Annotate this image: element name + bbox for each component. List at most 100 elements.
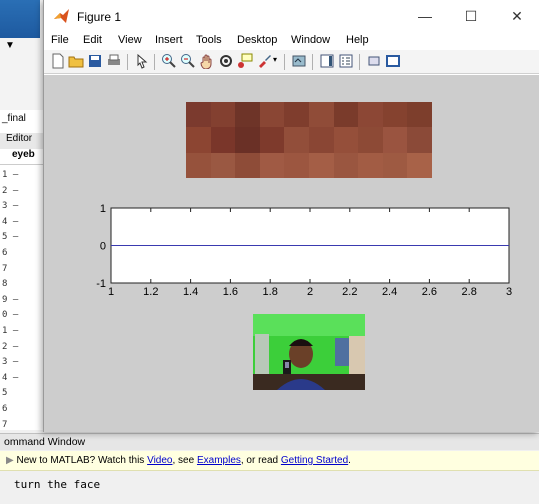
pointer-icon[interactable] bbox=[134, 53, 150, 69]
colorbar-icon[interactable] bbox=[319, 53, 335, 69]
save-icon[interactable] bbox=[87, 53, 103, 69]
hide-tools-icon[interactable] bbox=[366, 53, 382, 69]
y-tick-label: 0 bbox=[100, 241, 106, 253]
x-tick-label: 1.8 bbox=[263, 286, 278, 298]
menu-view[interactable]: View bbox=[118, 34, 142, 46]
video-link[interactable]: Video bbox=[147, 455, 172, 466]
image-pixel-block bbox=[210, 152, 236, 178]
matlab-toolstrip-tab[interactable] bbox=[0, 0, 40, 38]
line-numbers: 1 – 2 – 3 – 4 – 5 – 6 7 8 9 – 0 – 1 – 2 – 3 – 4 – 5 6 7 bbox=[2, 168, 18, 433]
x-tick-label: 2 bbox=[307, 286, 313, 298]
line-number: 8 bbox=[2, 279, 8, 290]
zoom-in-icon[interactable] bbox=[161, 53, 177, 69]
image-pixel-block bbox=[186, 127, 211, 153]
menu-edit[interactable]: Edit bbox=[83, 34, 102, 46]
menu-insert[interactable]: Insert bbox=[155, 34, 183, 46]
notice-prefix: New to MATLAB? Watch this bbox=[16, 455, 148, 466]
new-file-icon[interactable] bbox=[50, 53, 66, 69]
show-tools-icon[interactable] bbox=[385, 53, 401, 69]
image-pixel-block bbox=[358, 152, 383, 178]
getting-started-link[interactable]: Getting Started bbox=[281, 455, 348, 466]
line-number: 7 bbox=[2, 263, 8, 274]
image-pixel-block bbox=[284, 127, 309, 153]
menu-file[interactable]: File bbox=[51, 34, 69, 46]
notice-sep: , see bbox=[172, 455, 197, 466]
brush-icon[interactable] bbox=[256, 53, 272, 69]
pan-icon[interactable] bbox=[199, 53, 215, 69]
image-pixel-block bbox=[407, 127, 432, 153]
image-pixel-block bbox=[210, 127, 236, 153]
line-number: 9 – bbox=[2, 294, 19, 305]
image-pixel-block bbox=[235, 102, 260, 128]
image-pixel-block bbox=[382, 152, 408, 178]
title-bar[interactable]: Figure 1 — ☐ ✕ bbox=[44, 0, 539, 32]
brush-dropdown-icon[interactable]: ▾ bbox=[273, 55, 277, 64]
matlab-logo-icon bbox=[54, 9, 69, 23]
open-folder-icon[interactable] bbox=[68, 53, 84, 69]
image-pixel-block bbox=[333, 102, 359, 128]
image-pixel-block bbox=[382, 127, 408, 153]
image-pixel-block bbox=[333, 152, 359, 178]
toolbar-separator bbox=[127, 54, 128, 70]
line-plot-axes[interactable]: 1 1.2 1.4 1.6 1.8 2 2.2 2.4 2.6 2.8 3 -1 0 1 bbox=[44, 195, 539, 305]
command-window-notice: ▶ New to MATLAB? Watch this Video, see E… bbox=[0, 451, 539, 471]
image-pixel-block bbox=[358, 102, 383, 128]
x-tick-label: 2.6 bbox=[422, 286, 437, 298]
editor-file-tab[interactable]: eyeb bbox=[0, 149, 44, 165]
line-number: 2 – bbox=[2, 185, 19, 196]
cropped-face-image bbox=[186, 102, 432, 178]
figure-window: Figure 1 — ☐ ✕ File Edit View Insert Too… bbox=[43, 0, 539, 432]
data-cursor-icon[interactable] bbox=[237, 53, 253, 69]
zoom-out-icon[interactable] bbox=[180, 53, 196, 69]
toolbar-separator bbox=[154, 54, 155, 70]
notice-suffix: . bbox=[348, 455, 351, 466]
image-pixel-block bbox=[309, 102, 334, 128]
line-number: 0 – bbox=[2, 310, 19, 321]
menu-window[interactable]: Window bbox=[291, 34, 330, 46]
line-number: 4 – bbox=[2, 216, 19, 227]
image-pixel-block bbox=[259, 127, 285, 153]
link-icon[interactable] bbox=[291, 53, 307, 69]
legend-icon[interactable] bbox=[338, 53, 354, 69]
image-pixel-block bbox=[382, 102, 408, 128]
line-number: 3 – bbox=[2, 357, 19, 368]
image-pixel-block bbox=[259, 102, 285, 128]
close-button[interactable]: ✕ bbox=[494, 4, 539, 28]
figure-canvas: 1 1.2 1.4 1.6 1.8 2 2.2 2.4 2.6 2.8 3 -1 0 1 bbox=[44, 75, 539, 432]
line-number: 1 – bbox=[2, 325, 19, 336]
rotate-icon[interactable] bbox=[218, 53, 234, 69]
dropdown-arrow-icon[interactable]: ▼ bbox=[5, 40, 15, 51]
x-tick-label: 1 bbox=[108, 286, 114, 298]
image-pixel-block bbox=[407, 152, 432, 178]
x-tick-label: 1.6 bbox=[223, 286, 238, 298]
line-number: 2 – bbox=[2, 341, 19, 352]
print-icon[interactable] bbox=[106, 53, 122, 69]
line-number: 3 – bbox=[2, 201, 19, 212]
image-pixel-block bbox=[284, 152, 309, 178]
image-pixel-block bbox=[284, 102, 309, 128]
line-number: 6 bbox=[2, 247, 8, 258]
image-pixel-block bbox=[210, 102, 236, 128]
menu-tools[interactable]: Tools bbox=[196, 34, 222, 46]
image-pixel-block bbox=[235, 127, 260, 153]
minimize-button[interactable]: — bbox=[402, 4, 448, 28]
x-tick-label: 1.2 bbox=[143, 286, 158, 298]
image-pixel-block bbox=[309, 152, 334, 178]
y-tick-label: 1 bbox=[100, 203, 106, 215]
x-tick-label: 1.4 bbox=[183, 286, 198, 298]
toolbar-separator bbox=[284, 54, 285, 70]
editor-tab[interactable]: Editor bbox=[0, 133, 44, 149]
menu-help[interactable]: Help bbox=[346, 34, 369, 46]
webcam-photo bbox=[253, 314, 365, 390]
image-pixel-block bbox=[333, 127, 359, 153]
line-number: 5 bbox=[2, 388, 8, 399]
command-window-header: ommand Window bbox=[0, 433, 539, 450]
x-tick-label: 2.2 bbox=[342, 286, 357, 298]
image-pixel-block bbox=[235, 152, 260, 178]
y-tick-label: -1 bbox=[96, 278, 106, 290]
line-number: 4 – bbox=[2, 372, 19, 383]
maximize-button[interactable]: ☐ bbox=[448, 4, 494, 28]
examples-link[interactable]: Examples bbox=[197, 455, 241, 466]
menu-desktop[interactable]: Desktop bbox=[237, 34, 277, 46]
window-title: Figure 1 bbox=[77, 10, 122, 24]
